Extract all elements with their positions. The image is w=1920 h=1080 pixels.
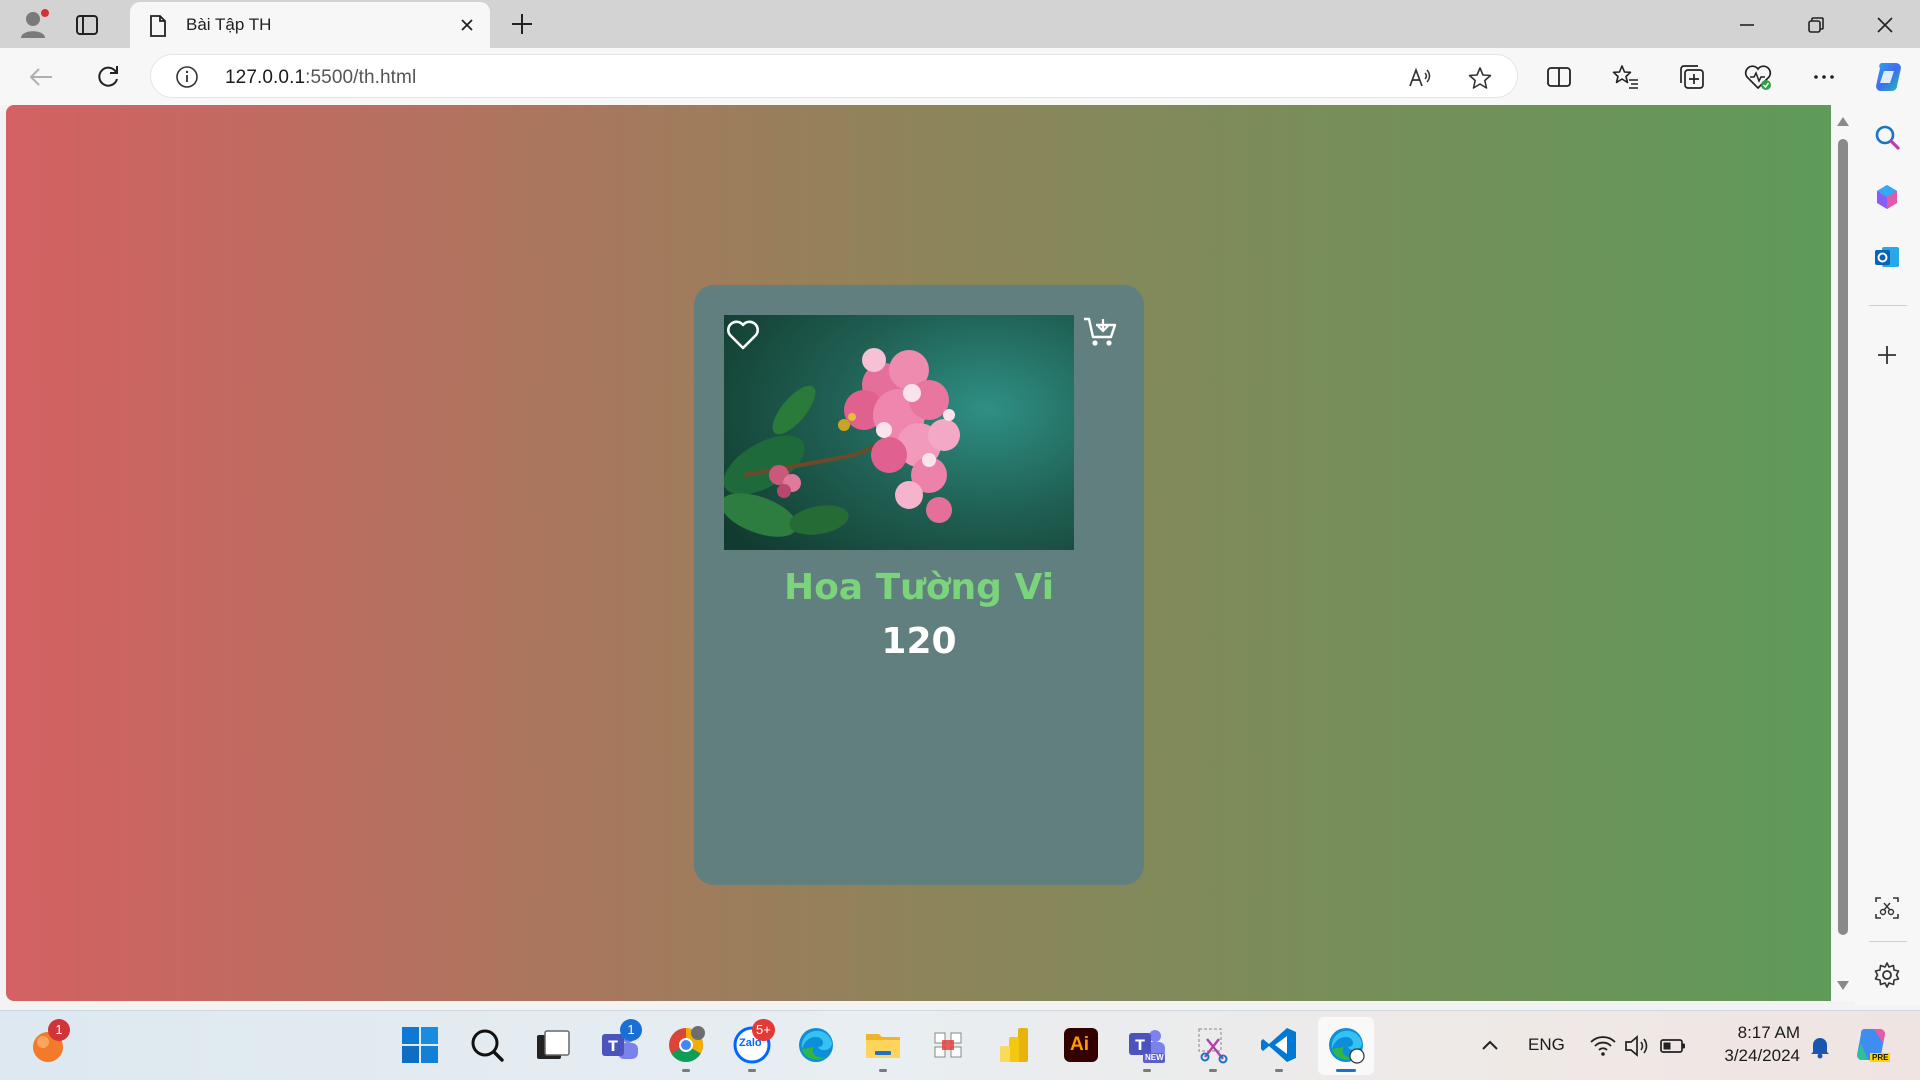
read-aloud-icon[interactable] [1407, 65, 1433, 96]
url-path: :5500/th.html [305, 67, 417, 88]
teams-new-label: NEW [1145, 1053, 1164, 1062]
url-text[interactable]: 127.0.0.1:5500/th.html [225, 67, 416, 89]
svg-text:T: T [608, 1039, 618, 1055]
tab-title: Bài Tập TH [186, 15, 272, 34]
tab-strip: Bài Tập TH [0, 0, 1920, 48]
url-host: 127.0.0.1 [225, 67, 306, 88]
teams-badge: 1 [620, 1019, 642, 1041]
split-screen-icon[interactable] [1544, 62, 1574, 92]
task-view-icon[interactable] [533, 1025, 573, 1065]
close-window-icon[interactable] [1872, 12, 1898, 38]
outlook-icon[interactable] [1872, 242, 1902, 272]
copilot-pre-icon[interactable]: PRE [1852, 1025, 1892, 1065]
battery-icon[interactable] [1658, 1031, 1688, 1061]
more-options-icon[interactable] [1809, 62, 1839, 92]
sidebar-divider [1869, 305, 1907, 306]
site-info-icon[interactable] [175, 65, 199, 94]
teams-icon[interactable]: T 1 [600, 1019, 642, 1065]
power-bi-icon[interactable] [994, 1025, 1034, 1065]
snipping-tool-icon[interactable] [1193, 1025, 1233, 1072]
product-image [724, 315, 1074, 550]
chrome-icon[interactable] [666, 1025, 706, 1072]
product-name: Hoa Tường Vi [783, 567, 1055, 608]
scroll-down-arrow-icon[interactable] [1837, 981, 1849, 990]
copilot-icon[interactable] [1870, 58, 1908, 96]
show-hidden-icons-chevron-icon[interactable] [1475, 1031, 1505, 1061]
address-bar[interactable]: 127.0.0.1:5500/th.html [150, 54, 1518, 98]
zalo-icon[interactable]: Zalo 5+ [732, 1019, 775, 1072]
scrollbar-thumb[interactable] [1838, 139, 1848, 935]
start-windows-icon[interactable] [400, 1025, 440, 1065]
favorite-star-icon[interactable] [1467, 65, 1493, 96]
browser-toolbar: 127.0.0.1:5500/th.html [0, 48, 1920, 105]
page-icon [148, 14, 168, 43]
profile-avatar-icon[interactable] [18, 7, 52, 41]
edge-icon[interactable] [796, 1025, 836, 1065]
copilot-app-icon[interactable] [1872, 182, 1902, 212]
product-card: Hoa Tường Vi 120 [694, 285, 1144, 885]
running-indicator [1209, 1069, 1217, 1072]
notification-app-icon[interactable]: 1 [28, 1019, 70, 1065]
zalo-badge: 5+ [752, 1019, 775, 1041]
screenshot-capture-icon[interactable] [1872, 893, 1902, 923]
running-indicator [1143, 1069, 1151, 1072]
system-clock[interactable]: 8:17 AM 3/24/2024 [1700, 1021, 1800, 1067]
svg-text:T: T [1135, 1038, 1145, 1054]
notification-bell-icon[interactable] [1805, 1031, 1835, 1061]
edge-sidebar [1855, 105, 1920, 1005]
notification-badge: 1 [48, 1019, 70, 1041]
wifi-icon[interactable] [1588, 1031, 1618, 1061]
favorites-list-icon[interactable] [1611, 62, 1641, 92]
active-indicator [1336, 1069, 1356, 1072]
copilot-pre-label: PRE [1870, 1053, 1891, 1062]
collections-icon[interactable] [1677, 62, 1707, 92]
tab-close-icon[interactable] [456, 14, 478, 36]
windows-taskbar: 1 T 1 Zalo 5+ Ai T NEW ENG 8:17 AM 3/24/… [0, 1010, 1920, 1080]
sidebar-divider [1869, 941, 1907, 942]
add-app-plus-icon[interactable] [1872, 340, 1902, 370]
file-explorer-icon[interactable] [863, 1025, 903, 1072]
refresh-icon[interactable] [93, 62, 123, 92]
browser-essentials-icon[interactable] [1743, 62, 1773, 92]
vscode-icon[interactable] [1259, 1025, 1299, 1072]
settings-gear-icon[interactable] [1872, 960, 1902, 990]
scroll-up-arrow-icon[interactable] [1837, 117, 1849, 126]
product-price: 120 [881, 621, 957, 662]
heart-outline-icon[interactable] [726, 319, 760, 356]
running-indicator [879, 1069, 887, 1072]
restore-icon[interactable] [1803, 12, 1829, 38]
volume-icon[interactable] [1622, 1031, 1652, 1061]
minimize-icon[interactable] [1734, 12, 1760, 38]
page-viewport: Hoa Tường Vi 120 [6, 105, 1831, 1001]
gradient-background: Hoa Tường Vi 120 [6, 105, 1831, 1001]
tab-actions-icon[interactable] [74, 12, 100, 38]
search-taskbar-icon[interactable] [467, 1025, 507, 1065]
browser-tab-active[interactable]: Bài Tập TH [130, 2, 490, 48]
edge-dev-icon[interactable] [1326, 1025, 1366, 1072]
clock-time: 8:17 AM [1737, 1023, 1800, 1042]
vertical-scrollbar[interactable] [1831, 105, 1855, 1001]
running-indicator [682, 1069, 690, 1072]
running-indicator [748, 1069, 756, 1072]
snipping-grid-app-icon[interactable] [929, 1025, 969, 1065]
running-indicator [1275, 1069, 1283, 1072]
illustrator-label: Ai [1070, 1034, 1089, 1055]
back-arrow-icon[interactable] [26, 62, 56, 92]
add-to-cart-icon[interactable] [1082, 315, 1118, 354]
teams-new-icon[interactable]: T NEW [1127, 1025, 1167, 1072]
language-indicator[interactable]: ENG [1528, 1035, 1565, 1055]
clock-date: 3/24/2024 [1724, 1046, 1800, 1065]
new-tab-plus-icon[interactable] [508, 10, 536, 38]
adobe-illustrator-icon[interactable]: Ai [1061, 1025, 1101, 1065]
search-icon[interactable] [1872, 122, 1902, 152]
